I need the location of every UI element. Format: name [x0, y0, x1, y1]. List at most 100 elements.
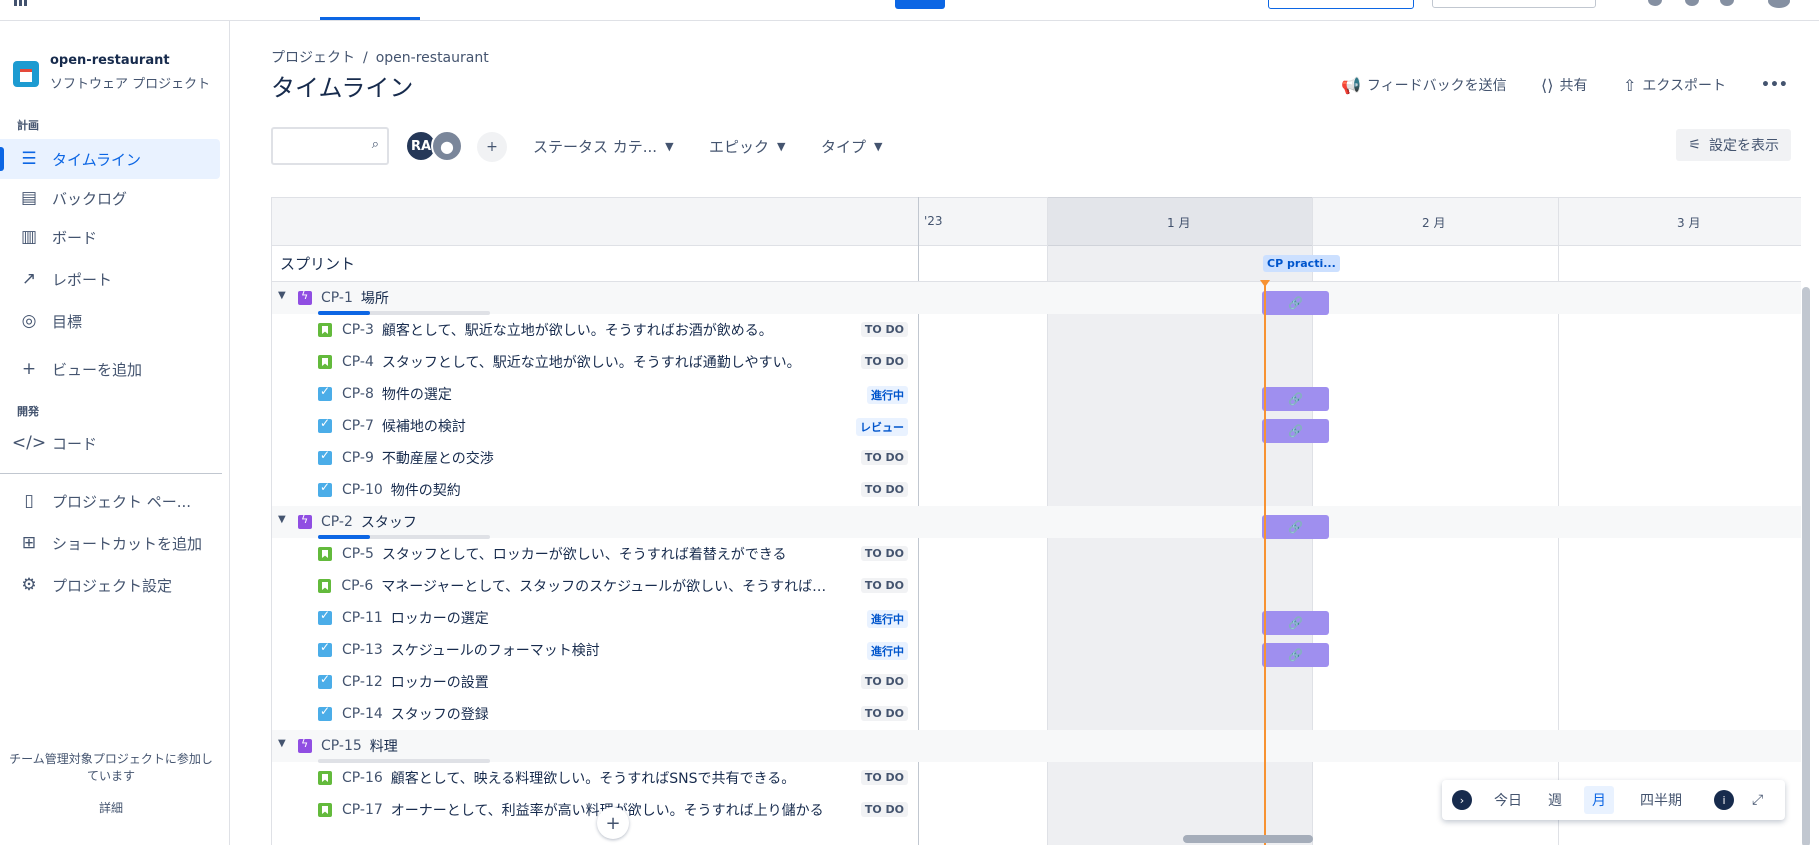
issue-summary[interactable]: 料理 — [370, 736, 398, 756]
issue-cell[interactable]: CP-7 候補地の検討 — [318, 410, 466, 442]
issue-key[interactable]: CP-1 — [321, 290, 353, 306]
issue-key[interactable]: CP-14 — [342, 706, 383, 722]
view-settings-button[interactable]: ⚟ 設定を表示 — [1676, 129, 1791, 161]
issue-summary[interactable]: 物件の選定 — [382, 384, 452, 404]
epic-row[interactable]: ▼ CP-2 スタッフ 🔗 — [272, 506, 1801, 539]
issue-key[interactable]: CP-17 — [342, 802, 383, 818]
issue-summary[interactable]: 不動産屋との交渉 — [382, 448, 494, 468]
type-filter[interactable]: タイプ ▼ — [821, 136, 882, 157]
issue-cell[interactable]: CP-6 マネージャーとして、スタッフのスケジュールが欲しい、そうすれば誰が... — [318, 570, 832, 602]
issue-key[interactable]: CP-9 — [342, 450, 374, 466]
issue-summary[interactable]: マネージャーとして、スタッフのスケジュールが欲しい、そうすれば誰が... — [381, 576, 832, 596]
global-search-input[interactable] — [1432, 0, 1596, 8]
table-row[interactable]: CP-14 スタッフの登録 TO DO — [272, 698, 1801, 730]
issue-key[interactable]: CP-4 — [342, 354, 374, 370]
create-button[interactable] — [895, 0, 945, 9]
create-issue-button[interactable]: + — [597, 807, 629, 839]
sidebar-item-add-shortcut[interactable]: ⊞ ショートカットを追加 — [0, 523, 220, 563]
breadcrumb-projects[interactable]: プロジェクト — [271, 50, 355, 66]
issue-cell[interactable]: CP-13 スケジュールのフォーマット検討 — [318, 634, 600, 666]
sprint-chip[interactable]: CP practi... — [1263, 255, 1340, 272]
issue-cell[interactable]: CP-9 不動産屋との交渉 — [318, 442, 494, 474]
issue-cell[interactable]: CP-8 物件の選定 — [318, 378, 452, 410]
issue-key[interactable]: CP-2 — [321, 514, 353, 530]
issue-key[interactable]: CP-7 — [342, 418, 374, 434]
issue-cell[interactable]: CP-10 物件の契約 — [318, 474, 461, 506]
issue-key[interactable]: CP-5 — [342, 546, 374, 562]
month-button[interactable]: 月 — [1584, 786, 1614, 814]
issue-cell[interactable]: CP-14 スタッフの登録 — [318, 698, 489, 730]
more-actions-button[interactable]: ••• — [1761, 73, 1788, 97]
issue-summary[interactable]: スタッフとして、駅近な立地が欲しい。そうすれば通勤しやすい。 — [382, 352, 801, 372]
table-row[interactable]: CP-6 マネージャーとして、スタッフのスケジュールが欲しい、そうすれば誰が...… — [272, 570, 1801, 602]
table-row[interactable]: CP-13 スケジュールのフォーマット検討 進行中 🔗 — [272, 634, 1801, 667]
table-row[interactable]: CP-11 ロッカーの選定 進行中 🔗 — [272, 602, 1801, 635]
sidebar-item-board[interactable]: ▥ ボード — [0, 217, 220, 257]
export-button[interactable]: ⇧ エクスポート — [1623, 73, 1726, 97]
table-row[interactable]: CP-12 ロッカーの設置 TO DO — [272, 666, 1801, 698]
epic-row[interactable]: ▼ CP-15 料理 — [272, 730, 1801, 763]
add-people-button[interactable]: + — [477, 132, 507, 162]
issue-summary[interactable]: 場所 — [361, 288, 389, 308]
notifications-icon[interactable] — [1648, 0, 1662, 6]
timeline-bar[interactable]: 🔗 — [1262, 291, 1329, 315]
table-row[interactable]: CP-3 顧客として、駅近な立地が欲しい。そうすればお酒が飲める。 TO DO — [272, 314, 1801, 346]
issue-cell[interactable]: CP-5 スタッフとして、ロッカーが欲しい、そうすれば着替えができる — [318, 538, 786, 570]
vertical-scrollbar[interactable] — [1802, 287, 1810, 845]
timeline-bar[interactable]: 🔗 — [1262, 515, 1329, 539]
issue-cell[interactable]: CP-12 ロッカーの設置 — [318, 666, 489, 698]
issue-key[interactable]: CP-8 — [342, 386, 374, 402]
sidebar-item-add-view[interactable]: + ビューを追加 — [0, 349, 220, 389]
profile-avatar[interactable] — [1768, 0, 1790, 8]
issue-key[interactable]: CP-3 — [342, 322, 374, 338]
issue-key[interactable]: CP-11 — [342, 610, 383, 626]
timeline-bar[interactable]: 🔗 — [1262, 419, 1329, 443]
issue-summary[interactable]: 顧客として、映える料理欲しい。そうすればSNSで共有できる。 — [391, 768, 795, 788]
epic-row[interactable]: ▼ CP-1 場所 🔗 — [272, 282, 1801, 315]
issue-key[interactable]: CP-13 — [342, 642, 383, 658]
chevron-down-icon[interactable]: ▼ — [278, 738, 286, 749]
info-icon[interactable]: i — [1714, 790, 1734, 810]
issue-summary[interactable]: 候補地の検討 — [382, 416, 466, 436]
chevron-down-icon[interactable]: ▼ — [278, 290, 286, 301]
issue-summary[interactable]: 物件の契約 — [391, 480, 461, 500]
breadcrumb-project[interactable]: open-restaurant — [376, 50, 489, 66]
horizontal-scrollbar[interactable] — [1183, 835, 1313, 843]
sidebar-item-timeline[interactable]: ☰ タイムライン — [0, 139, 220, 179]
project-name[interactable]: open-restaurant — [50, 53, 170, 68]
unassigned-avatar[interactable]: ● — [431, 130, 463, 162]
issue-cell[interactable]: CP-16 顧客として、映える料理欲しい。そうすればSNSで共有できる。 — [318, 762, 795, 794]
issue-summary[interactable]: ロッカーの設置 — [391, 672, 489, 692]
timeline-search[interactable]: ⌕ — [271, 127, 389, 165]
issue-summary[interactable]: スタッフの登録 — [391, 704, 489, 724]
table-row[interactable]: CP-5 スタッフとして、ロッカーが欲しい、そうすれば着替えができる TO DO — [272, 538, 1801, 570]
issue-summary[interactable]: スケジュールのフォーマット検討 — [391, 640, 600, 660]
timeline-bar[interactable]: 🔗 — [1262, 643, 1329, 667]
chevron-right-icon[interactable]: › — [1452, 790, 1472, 810]
app-switcher-icon[interactable] — [14, 0, 28, 6]
table-row[interactable]: CP-8 物件の選定 進行中 🔗 — [272, 378, 1801, 411]
sidebar-item-goals[interactable]: ◎ 目標 — [0, 301, 220, 341]
issue-summary[interactable]: 顧客として、駅近な立地が欲しい。そうすればお酒が飲める。 — [382, 320, 773, 340]
issue-cell[interactable]: CP-15 料理 — [298, 730, 398, 762]
feedback-button[interactable]: 📢 フィードバックを送信 — [1341, 73, 1507, 97]
sidebar-item-project-settings[interactable]: ⚙ プロジェクト設定 — [0, 565, 220, 605]
quarter-button[interactable]: 四半期 — [1632, 786, 1690, 814]
week-button[interactable]: 週 — [1540, 786, 1570, 814]
issue-key[interactable]: CP-12 — [342, 674, 383, 690]
epic-filter[interactable]: エピック ▼ — [709, 136, 785, 157]
issue-summary[interactable]: スタッフ — [361, 512, 417, 532]
table-row[interactable]: CP-9 不動産屋との交渉 TO DO — [272, 442, 1801, 474]
table-row[interactable]: CP-7 候補地の検討 レビュー 🔗 — [272, 410, 1801, 443]
share-button[interactable]: ⟨⟩ 共有 — [1541, 73, 1587, 97]
today-button[interactable]: 今日 — [1486, 786, 1530, 814]
table-row[interactable]: CP-4 スタッフとして、駅近な立地が欲しい。そうすれば通勤しやすい。 TO DO — [272, 346, 1801, 378]
issue-cell[interactable]: CP-4 スタッフとして、駅近な立地が欲しい。そうすれば通勤しやすい。 — [318, 346, 801, 378]
chevron-down-icon[interactable]: ▼ — [278, 514, 286, 525]
issue-cell[interactable]: CP-11 ロッカーの選定 — [318, 602, 489, 634]
sidebar-item-reports[interactable]: ↗ レポート — [0, 259, 220, 299]
fullscreen-icon[interactable]: ⤢ — [1744, 786, 1771, 814]
settings-icon[interactable] — [1720, 0, 1734, 6]
issue-key[interactable]: CP-16 — [342, 770, 383, 786]
issue-cell[interactable]: CP-3 顧客として、駅近な立地が欲しい。そうすればお酒が飲める。 — [318, 314, 773, 346]
